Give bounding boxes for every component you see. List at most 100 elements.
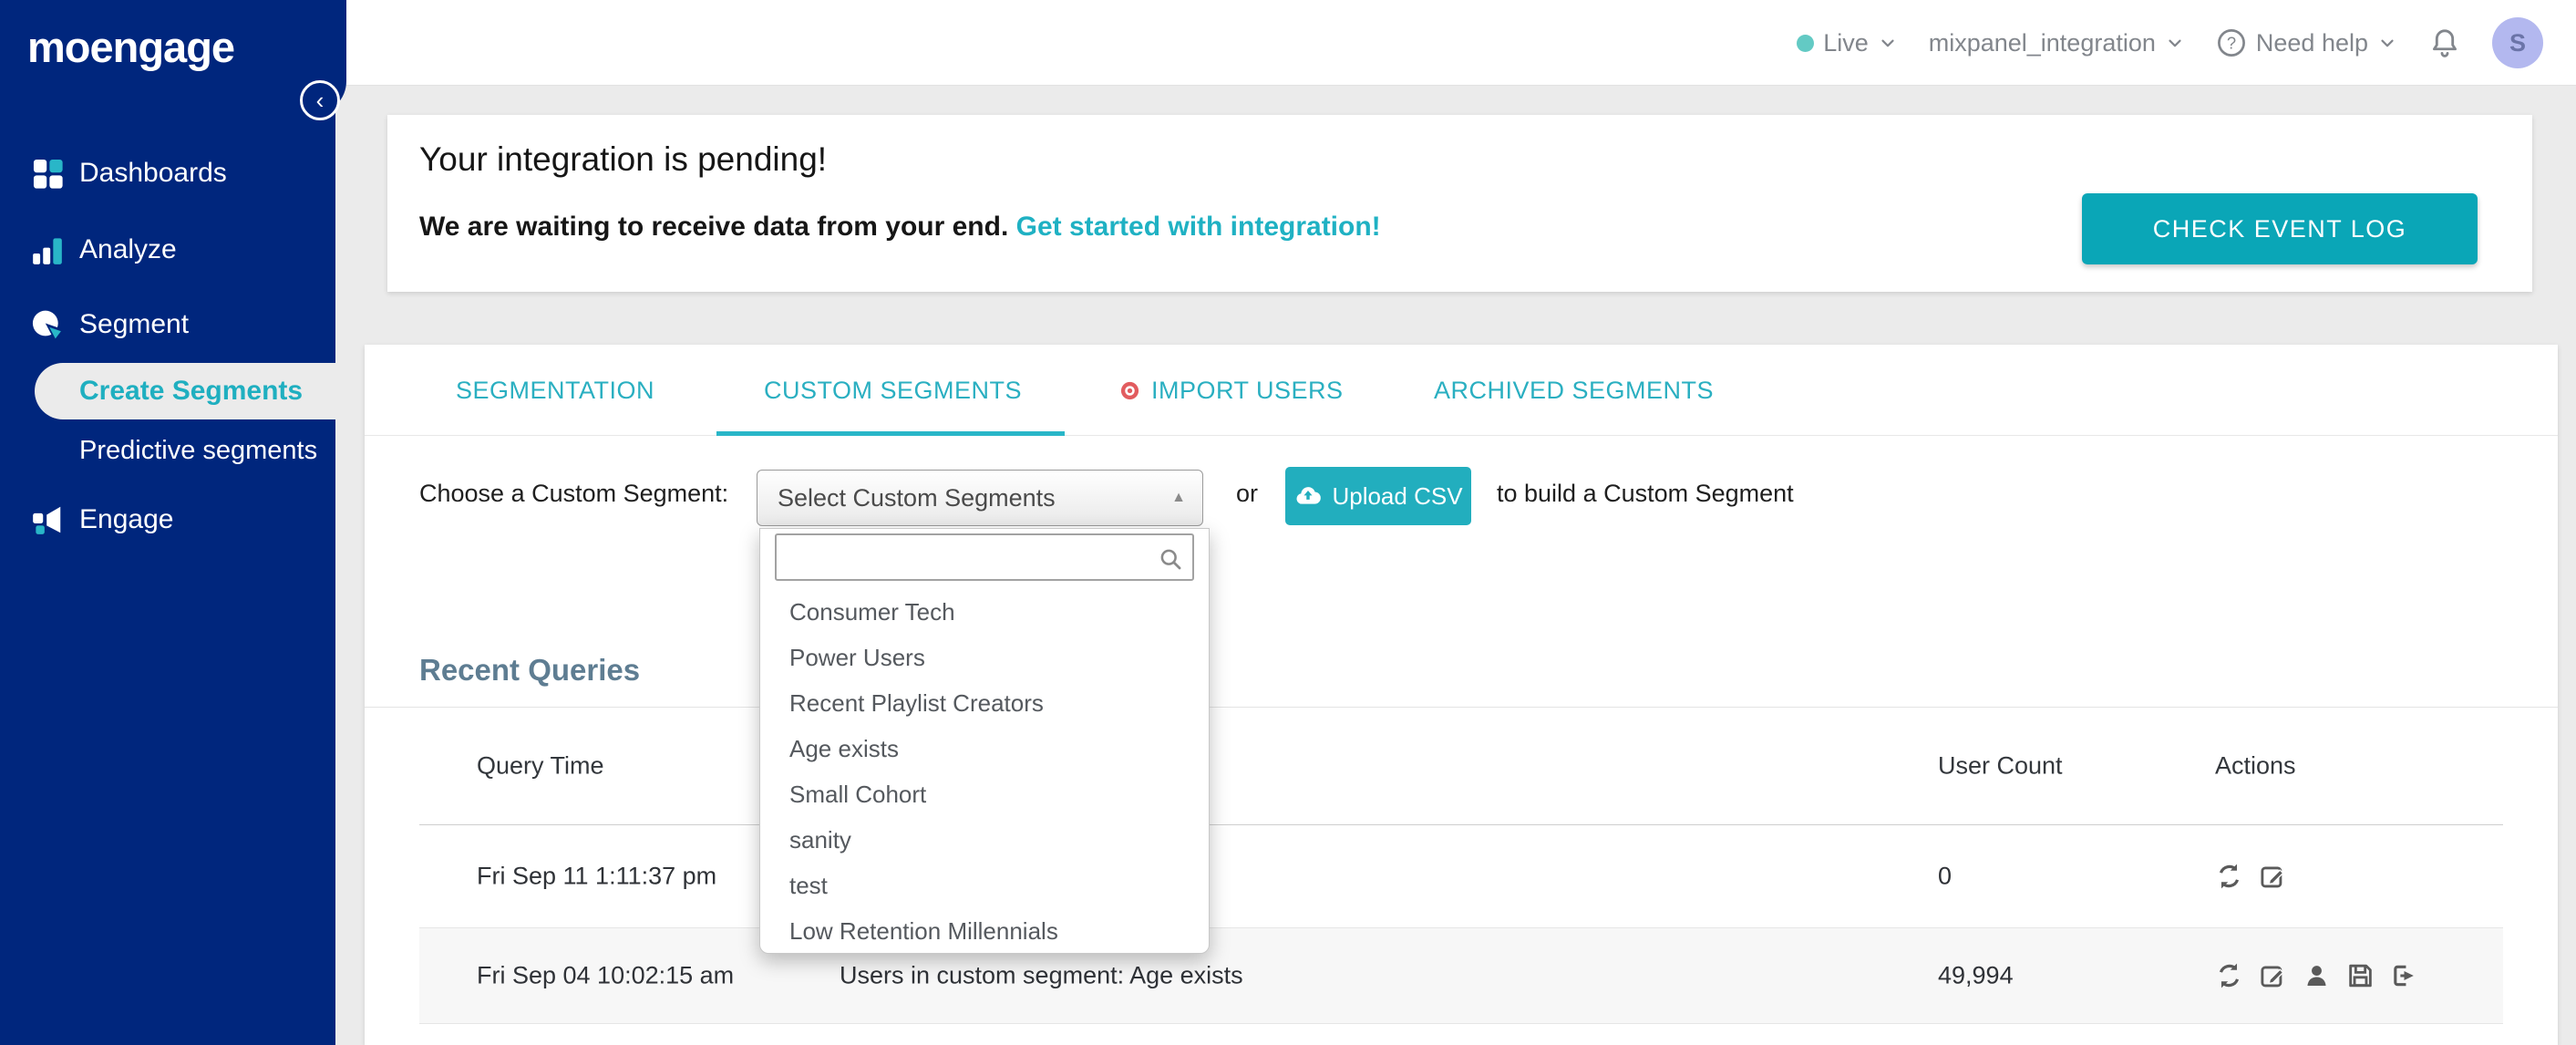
engage-megaphone-icon bbox=[33, 506, 61, 534]
analyze-bars-icon bbox=[33, 238, 62, 264]
table-row: Fri Sep 11 1:11:37 pm 0 bbox=[419, 825, 2503, 928]
cloud-upload-icon bbox=[1296, 487, 1322, 504]
rerun-query-icon[interactable] bbox=[2215, 863, 2243, 891]
query-description-cell: Users in custom segment: Age exists bbox=[840, 961, 1243, 989]
dropdown-option[interactable]: Age exists bbox=[760, 726, 1211, 771]
environment-label: Live bbox=[1823, 28, 1869, 57]
question-circle-icon: ? bbox=[2217, 29, 2245, 57]
column-header-actions: Actions bbox=[2215, 751, 2296, 780]
segments-card: SEGMENTATION CUSTOM SEGMENTS IMPORT USER… bbox=[365, 345, 2558, 1045]
user-count-cell: 49,994 bbox=[1938, 961, 2014, 989]
logo-block: moengage bbox=[0, 0, 346, 114]
select-value: Select Custom Segments bbox=[778, 483, 1056, 512]
view-users-icon[interactable] bbox=[2303, 962, 2331, 990]
project-name: mixpanel_integration bbox=[1928, 28, 2156, 57]
banner-title: Your integration is pending! bbox=[419, 140, 828, 178]
banner-subtitle: We are waiting to receive data from your… bbox=[419, 212, 1381, 243]
sidebar-collapse-button[interactable]: ‹ bbox=[300, 80, 340, 120]
sidebar-item-dashboards[interactable]: Dashboards bbox=[0, 139, 335, 208]
upload-csv-label: Upload CSV bbox=[1332, 481, 1463, 510]
save-segment-icon[interactable] bbox=[2346, 962, 2375, 990]
rerun-query-icon[interactable] bbox=[2215, 962, 2243, 990]
chevron-down-icon bbox=[2381, 39, 2394, 47]
tab-label: CUSTOM SEGMENTS bbox=[764, 376, 1023, 404]
triangle-up-icon: ▲ bbox=[1171, 490, 1186, 505]
table-row: Fri Sep 04 10:02:15 am Users in custom s… bbox=[419, 928, 2503, 1024]
integration-pending-banner: Your integration is pending! We are wait… bbox=[387, 115, 2532, 292]
live-status-dot-icon bbox=[1797, 34, 1815, 52]
dropdown-option[interactable]: Power Users bbox=[760, 635, 1211, 680]
sidebar-item-label: Segment bbox=[79, 309, 190, 339]
sidebar-item-label: Predictive segments bbox=[79, 435, 318, 465]
sidebar-item-label: Create Segments bbox=[79, 376, 304, 406]
user-count-cell: 0 bbox=[1938, 862, 1953, 890]
recent-queries-table: Query Time User Count Actions Fri Sep 11… bbox=[419, 708, 2503, 1024]
dropdown-option[interactable]: sanity bbox=[760, 817, 1211, 863]
upload-csv-button[interactable]: Upload CSV bbox=[1285, 467, 1471, 525]
column-header-query-time: Query Time bbox=[477, 751, 604, 780]
project-switcher[interactable]: mixpanel_integration bbox=[1929, 29, 2185, 57]
tab-custom-segments[interactable]: CUSTOM SEGMENTS bbox=[764, 345, 1022, 436]
sidebar-item-label: Analyze bbox=[79, 234, 177, 264]
search-icon bbox=[1160, 549, 1181, 570]
header-controls: Live mixpanel_integration ? Need help S bbox=[1797, 0, 2543, 86]
sidebar-item-label: Engage bbox=[79, 504, 174, 534]
dashboards-grid-icon bbox=[33, 159, 63, 189]
sidebar-item-label: Dashboards bbox=[79, 158, 227, 188]
notifications-button[interactable] bbox=[2428, 26, 2461, 59]
sidebar-nav: Dashboards Analyze Segment Create Segmen… bbox=[0, 0, 335, 1045]
export-query-icon[interactable] bbox=[2390, 962, 2418, 990]
or-text: or bbox=[1236, 480, 1259, 507]
environment-switcher[interactable]: Live bbox=[1797, 29, 1898, 57]
tab-label: SEGMENTATION bbox=[456, 376, 655, 404]
tab-archived-segments[interactable]: ARCHIVED SEGMENTS bbox=[1434, 345, 1714, 436]
chevron-down-icon bbox=[2169, 39, 2181, 47]
dropdown-option[interactable]: Recent Playlist Creators bbox=[760, 680, 1211, 726]
choose-segment-label: Choose a Custom Segment: bbox=[419, 480, 729, 507]
moengage-logo[interactable]: moengage bbox=[27, 22, 235, 72]
active-tab-underline bbox=[716, 431, 1065, 436]
tab-segmentation[interactable]: SEGMENTATION bbox=[456, 345, 654, 436]
query-time-cell: Fri Sep 04 10:02:15 am bbox=[477, 961, 735, 989]
dropdown-option[interactable]: Consumer Tech bbox=[760, 589, 1211, 635]
import-users-badge-icon bbox=[1120, 381, 1139, 399]
tab-label: IMPORT USERS bbox=[1151, 376, 1344, 404]
help-menu[interactable]: ? Need help bbox=[2216, 27, 2397, 58]
edit-query-icon[interactable] bbox=[2259, 863, 2287, 891]
dropdown-option[interactable]: Low Retention Millennials bbox=[760, 908, 1211, 954]
row-actions bbox=[2215, 962, 2418, 990]
edit-query-icon[interactable] bbox=[2259, 962, 2287, 990]
dropdown-option[interactable]: test bbox=[760, 863, 1211, 908]
sidebar-item-engage[interactable]: Engage bbox=[0, 485, 335, 554]
query-time-cell: Fri Sep 11 1:11:37 pm bbox=[477, 862, 717, 890]
sidebar-item-predictive-segments[interactable]: Predictive segments bbox=[0, 422, 335, 479]
chevron-down-icon bbox=[1881, 39, 1894, 47]
tabs-bar: SEGMENTATION CUSTOM SEGMENTS IMPORT USER… bbox=[365, 345, 2558, 436]
tab-import-users[interactable]: IMPORT USERS bbox=[1119, 345, 1344, 436]
sidebar-item-create-segments[interactable]: Create Segments bbox=[35, 363, 335, 419]
custom-segment-select[interactable]: Select Custom Segments ▲ bbox=[757, 470, 1203, 526]
top-header: Live mixpanel_integration ? Need help S bbox=[0, 0, 2576, 86]
segment-select-dropdown: Consumer Tech Power Users Recent Playlis… bbox=[759, 528, 1210, 954]
tab-label: ARCHIVED SEGMENTS bbox=[1434, 376, 1715, 404]
check-event-log-button[interactable]: CHECK EVENT LOG bbox=[2082, 193, 2478, 264]
get-started-link[interactable]: Get started with integration! bbox=[1016, 212, 1381, 242]
recent-queries-heading: Recent Queries bbox=[419, 653, 641, 687]
banner-subtitle-text: We are waiting to receive data from your… bbox=[419, 212, 1009, 242]
build-segment-suffix: to build a Custom Segment bbox=[1497, 480, 1794, 507]
sidebar-item-segment[interactable]: Segment bbox=[0, 290, 335, 359]
user-avatar[interactable]: S bbox=[2492, 17, 2543, 68]
avatar-initial: S bbox=[2509, 28, 2526, 57]
svg-text:?: ? bbox=[2227, 34, 2236, 53]
column-header-user-count: User Count bbox=[1938, 751, 2063, 780]
dropdown-search-input[interactable] bbox=[786, 537, 1150, 577]
help-label: Need help bbox=[2255, 28, 2368, 57]
dropdown-option[interactable]: Small Cohort bbox=[760, 771, 1211, 817]
dropdown-options-list: Consumer Tech Power Users Recent Playlis… bbox=[760, 589, 1211, 954]
row-actions bbox=[2215, 863, 2287, 891]
segment-pie-icon bbox=[32, 310, 65, 342]
app-root: Live mixpanel_integration ? Need help S … bbox=[0, 0, 2576, 1045]
bell-icon bbox=[2433, 29, 2457, 57]
sidebar-item-analyze[interactable]: Analyze bbox=[0, 215, 335, 285]
chevron-left-icon: ‹ bbox=[315, 87, 325, 114]
